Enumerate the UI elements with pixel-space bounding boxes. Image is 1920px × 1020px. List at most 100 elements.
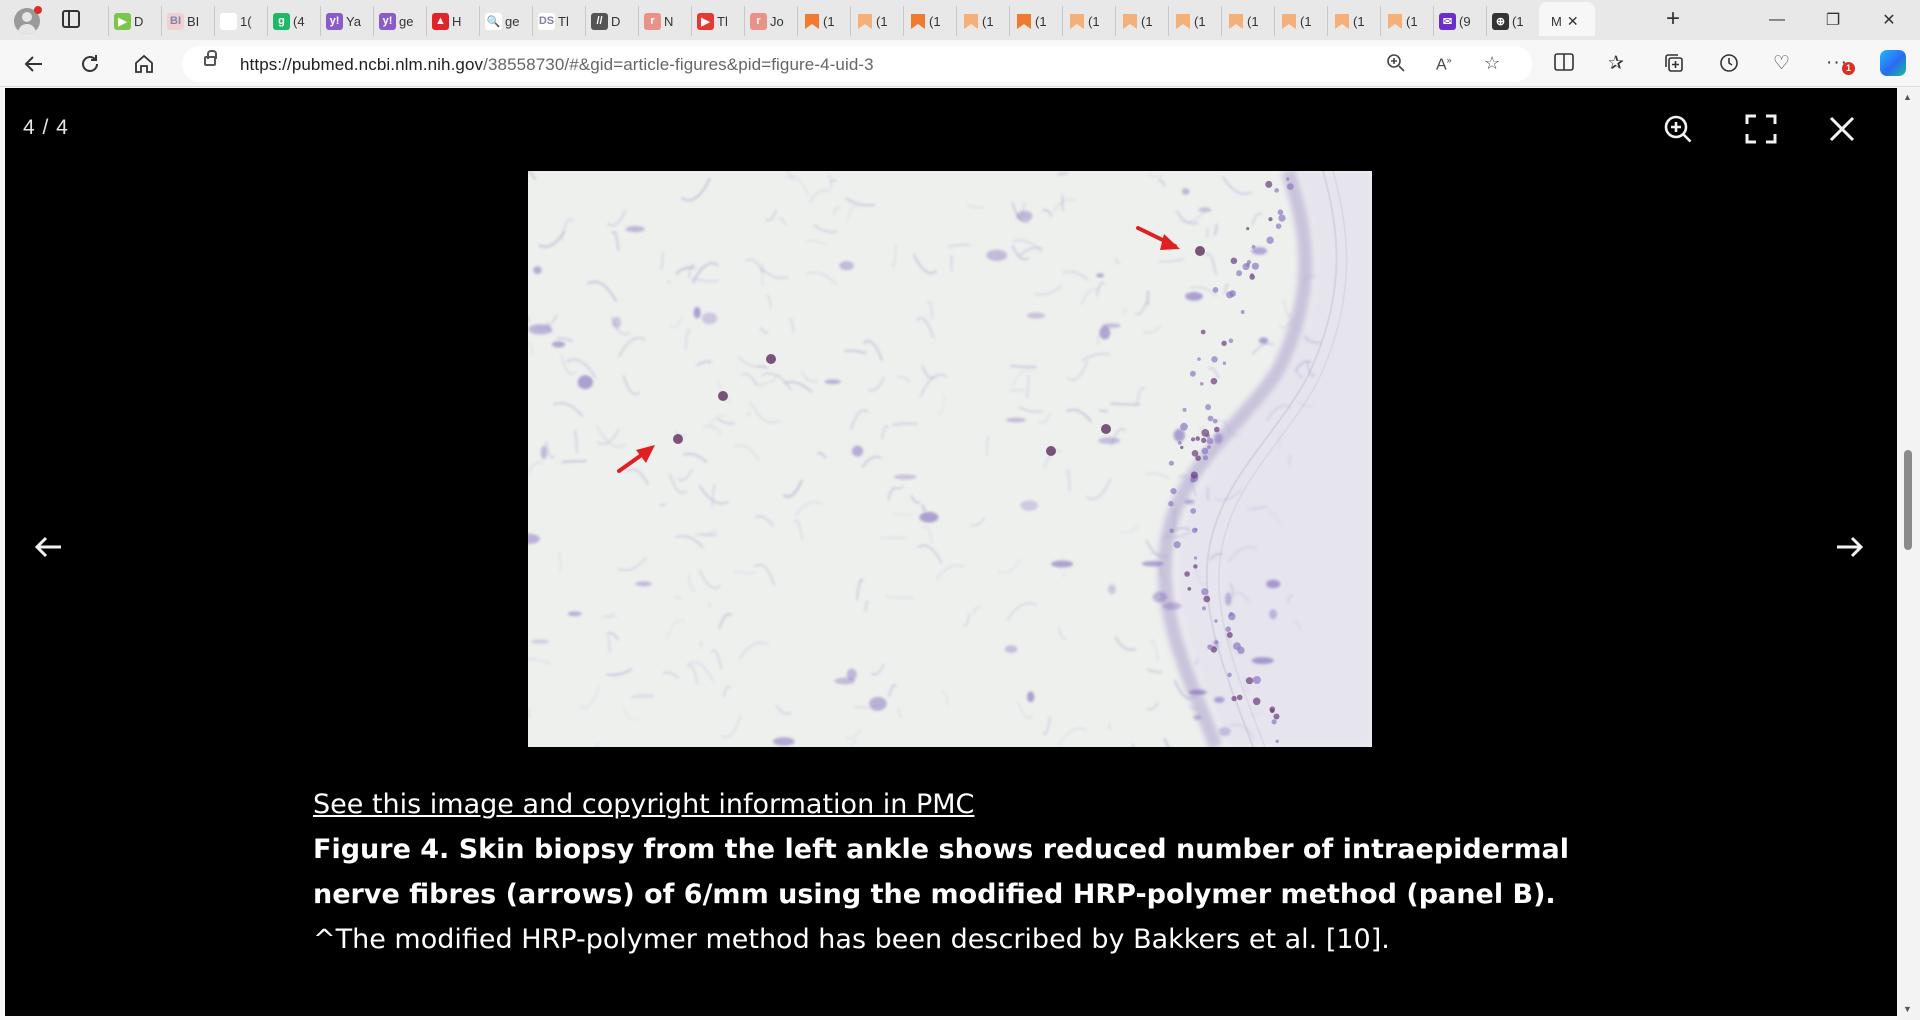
- tab-label: Ya: [346, 13, 361, 29]
- read-aloud-icon[interactable]: A»: [1436, 55, 1452, 74]
- tab-label: (4: [293, 13, 305, 29]
- browser-tab[interactable]: y! ge: [373, 6, 426, 36]
- browser-tab[interactable]: ▶ D: [108, 6, 161, 36]
- browser-tab[interactable]: 1(: [214, 6, 267, 36]
- tab-label: Jo: [770, 13, 784, 29]
- youtube-icon: ▶: [697, 12, 714, 30]
- next-figure-button[interactable]: [1833, 532, 1867, 562]
- tab-label: 1(: [240, 13, 252, 29]
- bookmark-icon: [803, 13, 820, 30]
- browser-tab[interactable]: ⊕ (1: [1486, 6, 1539, 36]
- history-icon[interactable]: [1718, 52, 1740, 80]
- notification-badge: 1: [1842, 62, 1855, 75]
- address-bar[interactable]: https://pubmed.ncbi.nlm.nih.gov/38558730…: [182, 46, 1532, 82]
- browser-tab[interactable]: ✉ (9: [1433, 6, 1486, 36]
- browser-tab[interactable]: (1: [850, 6, 903, 36]
- collections-icon[interactable]: [1663, 52, 1685, 80]
- tab-label: (1: [929, 13, 941, 29]
- tab-label: (1: [1247, 13, 1259, 29]
- split-screen-icon[interactable]: [1553, 52, 1575, 78]
- browser-essentials-icon[interactable]: ♡: [1773, 52, 1790, 75]
- figure-image[interactable]: [528, 171, 1372, 747]
- browser-tab[interactable]: ▲ H: [426, 6, 479, 36]
- bookmark-icon: [1121, 13, 1138, 30]
- home-button[interactable]: [130, 50, 158, 78]
- yahoo-icon: y!: [326, 12, 343, 30]
- generic-page-icon: [220, 12, 237, 30]
- tab-label: (1: [1300, 13, 1312, 29]
- notification-dot: [34, 6, 42, 14]
- lock-icon[interactable]: [204, 50, 217, 66]
- page-scrollbar[interactable]: ▲ ▼: [1897, 88, 1920, 1020]
- close-icon: [1829, 116, 1855, 142]
- browser-tab[interactable]: (1: [1009, 6, 1062, 36]
- browser-tab[interactable]: (1: [1168, 6, 1221, 36]
- tab-label: D: [611, 13, 621, 29]
- page-zoom-icon[interactable]: [1386, 53, 1406, 78]
- browser-tab[interactable]: //D: [585, 6, 638, 36]
- tab-strip: ▶ D BI BI 1(g (4 y! Ya y! ge ▲ H 🔍 ge DS Tl//Dr N ▶ Tl r Jo(…: [0, 0, 1920, 40]
- tab-label: N: [664, 13, 674, 29]
- refresh-icon: [82, 55, 98, 72]
- browser-tab[interactable]: rN: [638, 6, 691, 36]
- tab-label: D: [134, 13, 144, 29]
- new-tab-button[interactable]: +: [1666, 6, 1680, 32]
- zoom-in-button[interactable]: [1663, 114, 1693, 144]
- url-host: https://pubmed.ncbi.nlm.nih.gov: [240, 55, 484, 74]
- tab-label: (1: [1353, 13, 1365, 29]
- fullscreen-button[interactable]: [1745, 114, 1777, 144]
- browser-tab[interactable]: (1: [797, 6, 850, 36]
- scroll-up-arrow-icon[interactable]: ▲: [1903, 92, 1912, 102]
- minimize-button[interactable]: —: [1765, 8, 1789, 32]
- tab-label: (1: [1194, 13, 1206, 29]
- browser-tab[interactable]: DS Tl: [532, 6, 585, 36]
- fullscreen-icon: [1745, 114, 1777, 144]
- favorite-star-icon[interactable]: ☆: [1484, 53, 1500, 74]
- tab-close-icon[interactable]: ✕: [1567, 13, 1579, 30]
- browser-tab[interactable]: (1: [1274, 6, 1327, 36]
- browser-toolbar: https://pubmed.ncbi.nlm.nih.gov/38558730…: [0, 40, 1920, 87]
- browser-tab[interactable]: (1: [956, 6, 1009, 36]
- browser-tab[interactable]: BI BI: [161, 6, 214, 36]
- browser-tab[interactable]: 🔍 ge: [479, 6, 532, 36]
- url-path: /38558730/#&gid=article-figures&pid=figu…: [483, 55, 874, 74]
- figure-viewer: 4 / 4 See this image and copyright infor…: [5, 88, 1897, 1016]
- back-button[interactable]: [20, 50, 48, 78]
- yahoo-icon: y!: [379, 12, 396, 30]
- favorites-icon[interactable]: ✰: [1608, 52, 1624, 75]
- url-text[interactable]: https://pubmed.ncbi.nlm.nih.gov/38558730…: [240, 55, 874, 75]
- browser-tab[interactable]: (1: [903, 6, 956, 36]
- browser-tab[interactable]: ▶ Tl: [691, 6, 744, 36]
- red-shield-icon: ▲: [432, 12, 449, 30]
- g-icon: g: [273, 12, 290, 30]
- browser-tab[interactable]: (1: [1327, 6, 1380, 36]
- bookmark-icon: [1333, 13, 1350, 30]
- zoom-in-icon: [1664, 115, 1692, 143]
- slide-counter: 4 / 4: [23, 116, 69, 139]
- browser-tab[interactable]: (1: [1115, 6, 1168, 36]
- browser-tab[interactable]: g (4: [267, 6, 320, 36]
- pmc-copyright-link[interactable]: See this image and copyright information…: [313, 782, 1603, 827]
- copilot-icon[interactable]: [1880, 50, 1906, 76]
- browser-tab[interactable]: y! Ya: [320, 6, 373, 36]
- search-icon: 🔍: [485, 12, 502, 30]
- tab-label: (1: [1088, 13, 1100, 29]
- refresh-button[interactable]: [76, 50, 104, 78]
- scroll-down-arrow-icon[interactable]: ▼: [1903, 1004, 1912, 1014]
- close-viewer-button[interactable]: [1827, 114, 1857, 144]
- mail-icon: ✉: [1439, 12, 1456, 30]
- tab-label: (1: [1406, 13, 1418, 29]
- scroll-thumb[interactable]: [1904, 450, 1912, 550]
- browser-tab[interactable]: (1: [1062, 6, 1115, 36]
- active-browser-tab[interactable]: M ✕: [1539, 2, 1595, 36]
- browser-tab[interactable]: (1: [1380, 6, 1433, 36]
- browser-tab[interactable]: r Jo: [744, 6, 797, 36]
- figure-caption: See this image and copyright information…: [313, 782, 1603, 962]
- browser-tab[interactable]: (1: [1221, 6, 1274, 36]
- window-close-button[interactable]: ✕: [1877, 8, 1901, 32]
- previous-figure-button[interactable]: [31, 532, 65, 562]
- tab-label: M: [1551, 13, 1562, 29]
- skin-biopsy-micrograph: [528, 171, 1372, 747]
- restore-button[interactable]: ❐: [1821, 8, 1845, 32]
- tab-actions-icon[interactable]: [62, 10, 80, 28]
